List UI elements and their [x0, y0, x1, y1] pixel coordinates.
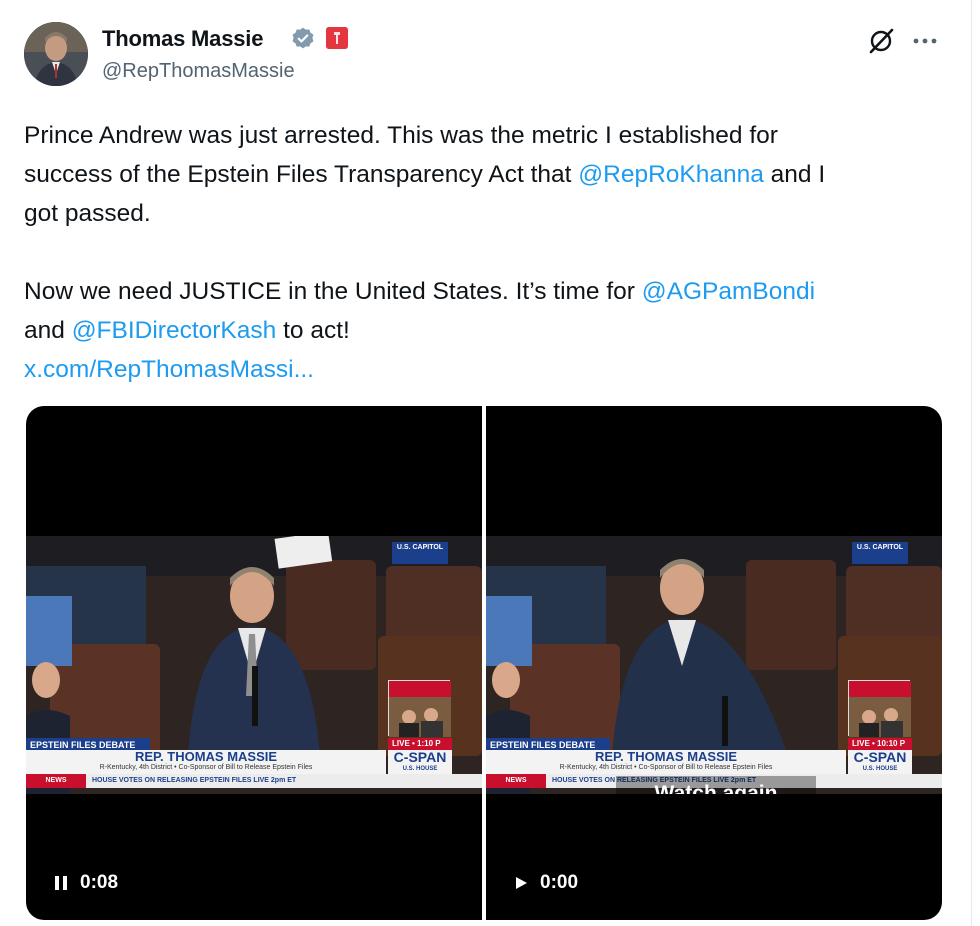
play-icon[interactable] [512, 874, 530, 892]
video-time: 0:08 [80, 872, 119, 893]
video-player[interactable]: U.S. CAPITOL EPSTEIN FILES DEBATE RULES … [486, 406, 942, 920]
news-tag: NEWS [486, 774, 546, 788]
chyron: REP. THOMAS MASSIE R-Kentucky, 4th Distr… [26, 750, 386, 774]
tweet-line: success of the Epstein Files Transparenc… [24, 155, 949, 194]
text-span: got passed. [24, 200, 151, 227]
chyron: REP. THOMAS MASSIE R-Kentucky, 4th Distr… [486, 750, 846, 774]
video-controls: 0:08 [52, 872, 118, 894]
inset-thumbnail [388, 680, 451, 737]
grok-icon[interactable] [866, 26, 896, 56]
video-controls: 0:00 [512, 872, 578, 894]
network-name: C-SPAN [853, 749, 907, 765]
text-span: and I [763, 161, 826, 188]
video-time: 0:00 [540, 872, 579, 893]
news-ticker: NEWS HOUSE VOTES ON RELEASING EPSTEIN FI… [26, 774, 482, 788]
author-name[interactable]: Thomas Massie [102, 26, 263, 52]
tweet-line: and @FBIDirectorKash to act! [24, 311, 949, 350]
video-player[interactable]: U.S. CAPITOL EPSTEIN FILES DEBATE RULES … [26, 406, 482, 920]
news-text: HOUSE VOTES ON RELEASING EPSTEIN FILES L… [92, 777, 297, 784]
video-frame[interactable]: U.S. CAPITOL EPSTEIN FILES DEBATE RULES … [26, 536, 482, 794]
media-grid: U.S. CAPITOL EPSTEIN FILES DEBATE RULES … [26, 406, 942, 920]
external-link[interactable]: x.com/RepThomasMassi... [24, 350, 949, 389]
avatar[interactable] [24, 22, 88, 86]
verified-badge-icon [290, 26, 316, 52]
network-logo: C-SPAN U.S. HOUSE [848, 750, 912, 774]
chyron-name: REP. THOMAS MASSIE [594, 749, 738, 764]
text-span: Now we need JUSTICE in the United States… [24, 278, 642, 305]
mention-link[interactable]: @AGPamBondi [642, 278, 815, 305]
more-options-icon[interactable] [912, 22, 938, 53]
inset-thumbnail [848, 680, 911, 737]
mention-link[interactable]: @RepRoKhanna [578, 161, 764, 188]
chyron-subtitle: R-Kentucky, 4th District • Co-Sponsor of… [559, 764, 773, 771]
tweet-line: got passed. [24, 194, 949, 233]
text-span: to act! [276, 317, 350, 344]
text-span: Prince Andrew was just arrested. This wa… [24, 122, 778, 149]
watch-again-button[interactable]: Watch again [616, 776, 816, 794]
tweet-line: Now we need JUSTICE in the United States… [24, 272, 949, 311]
chyron-name: REP. THOMAS MASSIE [134, 749, 278, 764]
affiliation-badge-icon[interactable] [326, 27, 348, 49]
chyron-subtitle: R-Kentucky, 4th District • Co-Sponsor of… [99, 764, 313, 771]
tweet-line: Prince Andrew was just arrested. This wa… [24, 116, 949, 155]
tweet-card: Thomas Massie @RepThomasMassie Prince An… [0, 0, 972, 926]
video-frame[interactable]: U.S. CAPITOL EPSTEIN FILES DEBATE RULES … [486, 536, 942, 794]
news-tag: NEWS [26, 774, 86, 788]
network-sub: U.S. HOUSE [862, 766, 898, 772]
pause-icon[interactable] [52, 874, 70, 892]
mention-link[interactable]: @FBIDirectorKash [72, 317, 277, 344]
author-handle[interactable]: @RepThomasMassie [102, 60, 295, 83]
location-badge: U.S. CAPITOL [852, 542, 908, 564]
text-span: and [24, 317, 72, 344]
text-span: success of the Epstein Files Transparenc… [24, 161, 579, 188]
network-logo: C-SPAN U.S. HOUSE [388, 750, 452, 774]
tweet-text: Prince Andrew was just arrested. This wa… [24, 116, 949, 389]
network-sub: U.S. HOUSE [402, 766, 438, 772]
location-badge: U.S. CAPITOL [392, 542, 448, 564]
network-name: C-SPAN [393, 749, 447, 765]
